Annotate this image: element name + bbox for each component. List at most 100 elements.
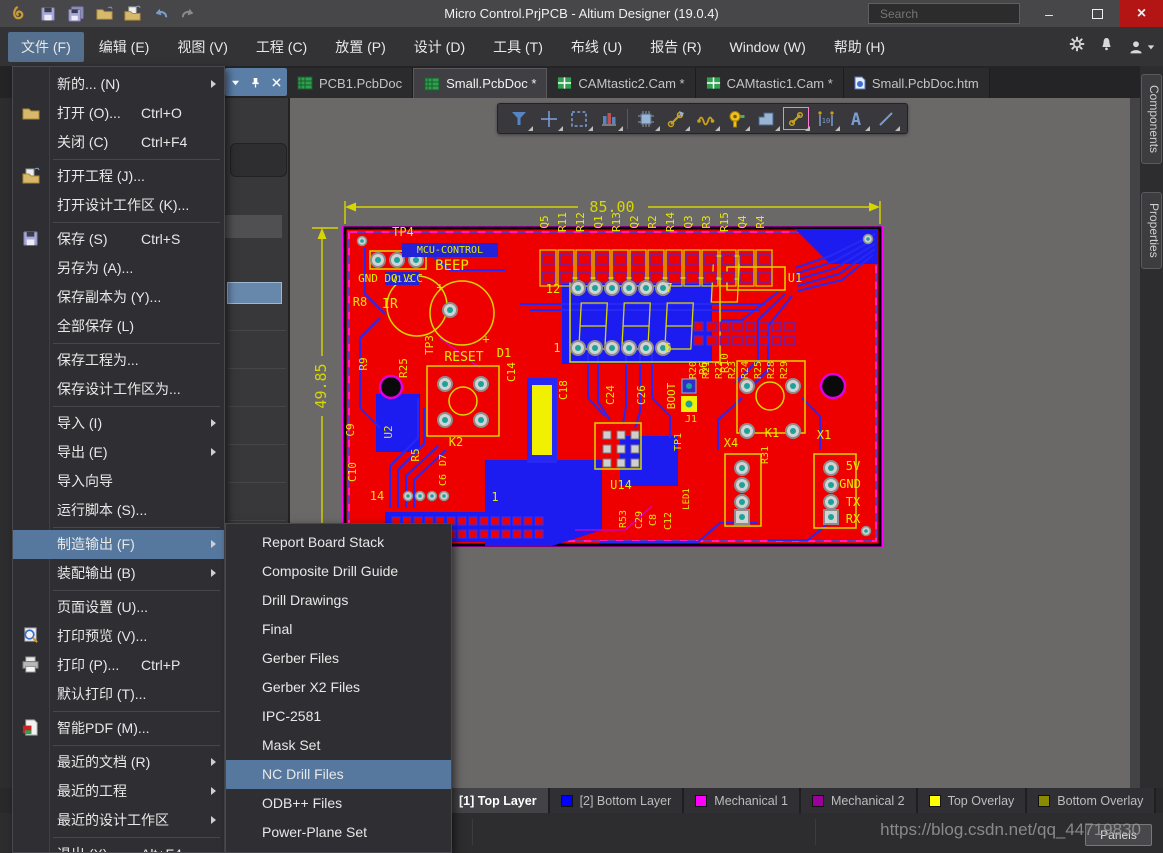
- file-menu-item-b[interactable]: 装配输出 (B): [13, 559, 224, 588]
- close-tab-icon[interactable]: [272, 78, 281, 87]
- layer-tab-top-overlay[interactable]: Top Overlay: [918, 788, 1028, 813]
- panel-tab-properties[interactable]: Properties: [1141, 192, 1162, 269]
- file-menu-item-o[interactable]: 打开 (O)...Ctrl+O: [13, 99, 224, 128]
- file-menu-item-l[interactable]: 全部保存 (L): [13, 312, 224, 341]
- tune-length-icon[interactable]: [691, 105, 721, 132]
- file-menu-item-e[interactable]: 导出 (E): [13, 438, 224, 467]
- menubar-item-f[interactable]: 文件 (F): [8, 32, 84, 62]
- menubar-item-u[interactable]: 布线 (U): [558, 32, 635, 62]
- submenu-item-power-plane-set[interactable]: Power-Plane Set: [226, 818, 451, 847]
- file-menu-item-k[interactable]: 打开设计工作区 (K)...: [13, 191, 224, 220]
- submenu-item-mask-set[interactable]: Mask Set: [226, 731, 451, 760]
- select-area-icon[interactable]: [564, 105, 594, 132]
- search-box[interactable]: [868, 3, 1020, 24]
- silkscreen-label: D7: [438, 454, 449, 466]
- file-menu-item-t[interactable]: 默认打印 (T)...: [13, 680, 224, 709]
- menubar-item-r[interactable]: 报告 (R): [637, 32, 714, 62]
- submenu-item-composite-drill-guide[interactable]: Composite Drill Guide: [226, 557, 451, 586]
- menubar-item-d[interactable]: 设计 (D): [401, 32, 478, 62]
- submenu-item-ipc-2581[interactable]: IPC-2581: [226, 702, 451, 731]
- layer-tab-bottom-overlay[interactable]: Bottom Overlay: [1027, 788, 1156, 813]
- paste-array-icon[interactable]: [594, 105, 624, 132]
- menubar-item-v[interactable]: 视图 (V): [164, 32, 241, 62]
- close-button[interactable]: ×: [1120, 0, 1163, 27]
- place-dimension-icon[interactable]: 10: [811, 105, 841, 132]
- route-tracks-icon[interactable]: [661, 105, 691, 132]
- file-menu-item-s[interactable]: 保存 (S)Ctrl+S: [13, 225, 224, 254]
- file-menu-item-idx-13[interactable]: 保存设计工作区为...: [13, 375, 224, 404]
- filter-icon[interactable]: [504, 105, 534, 132]
- minimize-button[interactable]: –: [1028, 0, 1070, 27]
- menubar-item-p[interactable]: 放置 (P): [322, 32, 399, 62]
- file-menu-item-f[interactable]: 制造输出 (F): [13, 530, 224, 559]
- doc-tab-small-pcbdoc-htm[interactable]: Small.PcbDoc.htm: [844, 68, 990, 98]
- pin-icon[interactable]: [251, 77, 260, 88]
- file-menu-item-idx-12[interactable]: 保存工程为...: [13, 346, 224, 375]
- silkscreen-label: D1: [497, 346, 511, 360]
- layer-tab-mechanical-1[interactable]: Mechanical 1: [684, 788, 801, 813]
- file-menu-item-i[interactable]: 导入 (I): [13, 409, 224, 438]
- open-folder-icon[interactable]: [94, 4, 114, 24]
- file-menu-item-n[interactable]: 新的... (N): [13, 70, 224, 99]
- open-document-icon[interactable]: [122, 4, 142, 24]
- doc-tab-camtastic1-cam[interactable]: CAMtastic1.Cam *: [696, 68, 844, 98]
- submenu-arrow-icon: [211, 758, 216, 766]
- file-menu-item-j[interactable]: 打开工程 (J)...: [13, 162, 224, 191]
- tab-group-controls[interactable]: [225, 68, 287, 96]
- submenu-item-drill-drawings[interactable]: Drill Drawings: [226, 586, 451, 615]
- save-all-icon[interactable]: [66, 4, 86, 24]
- menu-separator: [53, 527, 220, 528]
- file-menu-item-pdf-m[interactable]: 智能PDF (M)...: [13, 714, 224, 743]
- bell-icon[interactable]: [1099, 36, 1114, 57]
- place-component-icon[interactable]: [631, 105, 661, 132]
- doc-tab-pcb1-pcbdoc[interactable]: PCB1.PcbDoc: [287, 68, 413, 98]
- place-track-icon[interactable]: [781, 105, 811, 132]
- doc-tab-camtastic2-cam[interactable]: CAMtastic2.Cam *: [547, 68, 695, 98]
- submenu-item-gerber-files[interactable]: Gerber Files: [226, 644, 451, 673]
- layer-tab-mechanical-2[interactable]: Mechanical 2: [801, 788, 918, 813]
- cross-cursor-icon[interactable]: [534, 105, 564, 132]
- submenu-item-report-board-stack[interactable]: Report Board Stack: [226, 528, 451, 557]
- menubar-item-c[interactable]: 工程 (C): [243, 32, 320, 62]
- place-line-icon[interactable]: [871, 105, 901, 132]
- submenu-item-odb-files[interactable]: ODB++ Files: [226, 789, 451, 818]
- undo-icon[interactable]: [150, 4, 170, 24]
- menubar-item-h[interactable]: 帮助 (H): [821, 32, 898, 62]
- right-scroll-strip[interactable]: [1130, 98, 1140, 788]
- file-menu-item-p[interactable]: 打印 (P)...Ctrl+P: [13, 651, 224, 680]
- redo-icon[interactable]: [178, 4, 198, 24]
- place-polygon-icon[interactable]: [751, 105, 781, 132]
- panel-search-field[interactable]: [230, 143, 287, 177]
- file-menu-item-idx-31[interactable]: 最近的工程: [13, 777, 224, 806]
- menubar-item-window-w[interactable]: Window (W): [717, 34, 819, 60]
- file-menu-item-idx-32[interactable]: 最近的设计工作区: [13, 806, 224, 835]
- silkscreen-label: X4: [724, 436, 738, 450]
- maximize-button[interactable]: [1076, 0, 1118, 27]
- gear-icon[interactable]: [1069, 36, 1085, 57]
- doc-tab-small-pcbdoc[interactable]: Small.PcbDoc *: [413, 68, 547, 98]
- user-account-icon[interactable]: [1128, 39, 1155, 55]
- submenu-item-final[interactable]: Final: [226, 615, 451, 644]
- panel-row[interactable]: [225, 215, 282, 238]
- menubar-item-t[interactable]: 工具 (T): [480, 32, 556, 62]
- file-menu-item-a[interactable]: 另存为 (A)...: [13, 254, 224, 283]
- file-menu-item-x[interactable]: 退出 (X)Alt+F4: [13, 840, 224, 853]
- file-menu-item-c[interactable]: 关闭 (C)Ctrl+F4: [13, 128, 224, 157]
- file-menu-item-r[interactable]: 最近的文档 (R): [13, 748, 224, 777]
- submenu-item-gerber-x2-files[interactable]: Gerber X2 Files: [226, 673, 451, 702]
- file-menu-item-s[interactable]: 运行脚本 (S)...: [13, 496, 224, 525]
- file-menu-item-idx-17[interactable]: 导入向导: [13, 467, 224, 496]
- file-menu-item-u[interactable]: 页面设置 (U)...: [13, 593, 224, 622]
- tabs-dropdown-icon[interactable]: [231, 78, 240, 87]
- place-pad-icon[interactable]: [721, 105, 751, 132]
- file-menu-item-y[interactable]: 保存副本为 (Y)...: [13, 283, 224, 312]
- place-text-icon[interactable]: A: [841, 105, 871, 132]
- layer-tab-2-bottom-layer[interactable]: [2] Bottom Layer: [550, 788, 685, 813]
- panel-selected-row[interactable]: [227, 282, 282, 304]
- panel-tab-components[interactable]: Components: [1141, 74, 1162, 164]
- search-input[interactable]: [880, 7, 1035, 21]
- file-menu-item-v[interactable]: 打印预览 (V)...: [13, 622, 224, 651]
- save-icon[interactable]: [38, 4, 58, 24]
- submenu-item-nc-drill-files[interactable]: NC Drill Files: [226, 760, 451, 789]
- menubar-item-e[interactable]: 编辑 (E): [86, 32, 163, 62]
